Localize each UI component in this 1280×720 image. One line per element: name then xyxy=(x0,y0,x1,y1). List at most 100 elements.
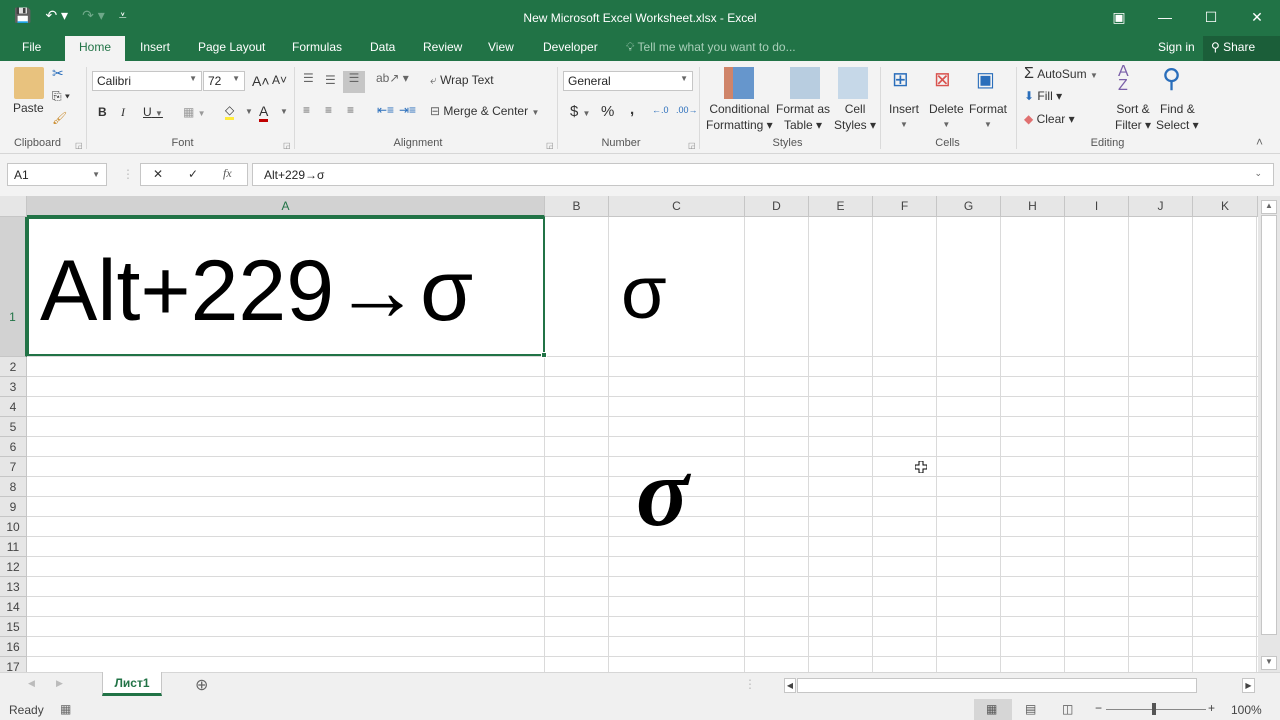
merge-center-button[interactable]: ⊟ Merge & Center ▼ xyxy=(430,104,539,118)
tab-developer[interactable]: Developer xyxy=(543,40,598,54)
cut-icon[interactable]: ✂ xyxy=(52,65,64,82)
collapse-ribbon-icon[interactable]: ˄ xyxy=(1256,135,1263,149)
prev-sheet-icon[interactable]: ◀ xyxy=(28,678,35,689)
column-header-c[interactable]: C xyxy=(609,196,745,217)
formula-input[interactable]: Alt+229→σ ⌄ xyxy=(252,163,1274,186)
next-sheet-icon[interactable]: ▶ xyxy=(56,678,63,689)
tab-formulas[interactable]: Formulas xyxy=(292,40,342,54)
comma-button[interactable]: , xyxy=(630,101,634,118)
fill-handle[interactable] xyxy=(541,352,547,358)
page-break-view-icon[interactable]: ◫ xyxy=(1062,702,1073,716)
name-box[interactable]: A1 ▼ xyxy=(7,163,107,186)
conditional-formatting-button[interactable]: Conditional Formatting ▾ xyxy=(706,101,773,133)
zoom-level[interactable]: 100% xyxy=(1231,703,1262,717)
increase-decimal-icon[interactable]: ←.0 xyxy=(652,105,669,115)
tab-page-layout[interactable]: Page Layout xyxy=(198,40,265,54)
vertical-scroll-thumb[interactable] xyxy=(1261,215,1277,635)
sheet-tab-list1[interactable]: Лист1 xyxy=(102,672,162,696)
tab-data[interactable]: Data xyxy=(370,40,395,54)
tab-review[interactable]: Review xyxy=(423,40,462,54)
format-painter-icon[interactable]: 🖌︎ xyxy=(52,111,67,125)
tab-insert[interactable]: Insert xyxy=(140,40,170,54)
top-align-icon[interactable]: ☰ xyxy=(303,71,314,85)
insert-function-icon[interactable]: fx xyxy=(223,166,232,181)
align-left-icon[interactable]: ≡ xyxy=(303,103,310,117)
row-header-9[interactable]: 9 xyxy=(0,497,27,517)
alignment-launcher-icon[interactable]: ◲ xyxy=(546,141,554,150)
column-header-a[interactable]: A xyxy=(27,196,545,217)
row-header-13[interactable]: 13 xyxy=(0,577,27,597)
grow-font-button[interactable]: A˄ xyxy=(252,73,270,89)
scroll-right-icon[interactable]: ▶ xyxy=(1242,678,1255,693)
font-color-dropdown[interactable]: ▼ xyxy=(280,107,288,116)
row-header-8[interactable]: 8 xyxy=(0,477,27,497)
italic-button[interactable]: I xyxy=(121,105,125,120)
increase-indent-icon[interactable]: ⇥≡ xyxy=(399,103,416,117)
row-header-17[interactable]: 17 xyxy=(0,657,27,672)
tab-view[interactable]: View xyxy=(488,40,514,54)
align-right-icon[interactable]: ≡ xyxy=(347,103,354,117)
borders-icon[interactable]: ▦ ▼ xyxy=(183,105,206,119)
cell-styles-button[interactable]: Cell Styles ▾ xyxy=(834,101,876,133)
row-header-12[interactable]: 12 xyxy=(0,557,27,577)
zoom-out-icon[interactable]: − xyxy=(1095,701,1102,715)
row-header-6[interactable]: 6 xyxy=(0,437,27,457)
autosum-button[interactable]: Σ AutoSum ▼ xyxy=(1024,65,1098,83)
find-select-button[interactable]: Find & Select ▾ xyxy=(1156,101,1199,133)
align-center-icon[interactable]: ≡ xyxy=(325,103,332,117)
zoom-in-icon[interactable]: + xyxy=(1208,701,1215,715)
sign-in-link[interactable]: Sign in xyxy=(1158,40,1195,54)
orientation-icon[interactable]: ab↗ ▾ xyxy=(376,71,409,85)
decrease-decimal-icon[interactable]: .00→ xyxy=(676,105,698,115)
underline-button[interactable]: U ▼ xyxy=(143,105,163,119)
row-header-10[interactable]: 10 xyxy=(0,517,27,537)
minimize-icon[interactable]: — xyxy=(1142,0,1188,36)
enter-icon[interactable]: ✓ xyxy=(188,167,198,181)
row-header-11[interactable]: 11 xyxy=(0,537,27,557)
column-header-h[interactable]: H xyxy=(1001,196,1065,217)
number-launcher-icon[interactable]: ◲ xyxy=(688,141,696,150)
bottom-align-icon[interactable]: ☰ xyxy=(343,71,365,93)
tell-me-search[interactable]: 💡︎ Tell me what you want to do... xyxy=(626,40,796,55)
tab-home[interactable]: Home xyxy=(65,36,126,61)
maximize-icon[interactable]: ☐ xyxy=(1188,0,1234,36)
sort-filter-button[interactable]: Sort & Filter ▾ xyxy=(1115,101,1151,133)
row-header-2[interactable]: 2 xyxy=(0,357,27,377)
tab-split-grip[interactable]: ⋮ xyxy=(744,677,756,691)
clipboard-launcher-icon[interactable]: ◲ xyxy=(75,141,83,150)
cell-c1[interactable]: σ xyxy=(621,256,667,330)
insert-cells-button[interactable]: Insert ▼ xyxy=(889,101,919,133)
column-header-d[interactable]: D xyxy=(745,196,809,217)
normal-view-icon[interactable]: ▦ xyxy=(986,702,997,716)
column-header-j[interactable]: J xyxy=(1129,196,1193,217)
row-header-15[interactable]: 15 xyxy=(0,617,27,637)
share-button[interactable]: ⚲ Share xyxy=(1203,36,1280,61)
row-header-5[interactable]: 5 xyxy=(0,417,27,437)
column-header-k[interactable]: K xyxy=(1193,196,1258,217)
currency-button[interactable]: $ ▼ xyxy=(570,103,590,120)
middle-align-icon[interactable]: ☰ xyxy=(325,73,336,87)
font-launcher-icon[interactable]: ◲ xyxy=(283,141,291,150)
number-format-select[interactable]: General ▼ xyxy=(563,71,693,91)
copy-icon[interactable]: ⎘ ▾ xyxy=(52,89,70,104)
zoom-slider-thumb[interactable] xyxy=(1152,703,1156,715)
column-header-b[interactable]: B xyxy=(545,196,609,217)
worksheet-grid[interactable]: A B C D E F G H I J K 1 2 3 4 5 6 7 8 9 10 11 12 13… xyxy=(0,196,1258,672)
cell-a1[interactable]: Alt+229→σ xyxy=(40,248,473,334)
column-header-g[interactable]: G xyxy=(937,196,1001,217)
shrink-font-button[interactable]: A˅ xyxy=(272,73,287,87)
new-sheet-icon[interactable]: ⊕ xyxy=(195,675,208,695)
scroll-up-icon[interactable]: ▲ xyxy=(1261,200,1277,214)
vertical-scrollbar[interactable]: ▲ ▼ xyxy=(1258,196,1280,672)
format-cells-button[interactable]: Format ▼ xyxy=(969,101,1007,133)
font-size-select[interactable]: 72 ▼ xyxy=(203,71,245,91)
wrap-text-button[interactable]: ⤶ Wrap Text xyxy=(430,73,494,88)
column-header-f[interactable]: F xyxy=(873,196,937,217)
macro-recording-icon[interactable]: ▦ xyxy=(60,702,71,716)
fill-color-icon[interactable]: ◇ xyxy=(225,103,235,120)
zoom-slider[interactable] xyxy=(1106,709,1206,710)
row-header-14[interactable]: 14 xyxy=(0,597,27,617)
bold-button[interactable]: B xyxy=(98,105,107,119)
close-icon[interactable]: ✕ xyxy=(1234,0,1280,36)
ribbon-display-options-icon[interactable]: ▣ xyxy=(1096,0,1142,36)
